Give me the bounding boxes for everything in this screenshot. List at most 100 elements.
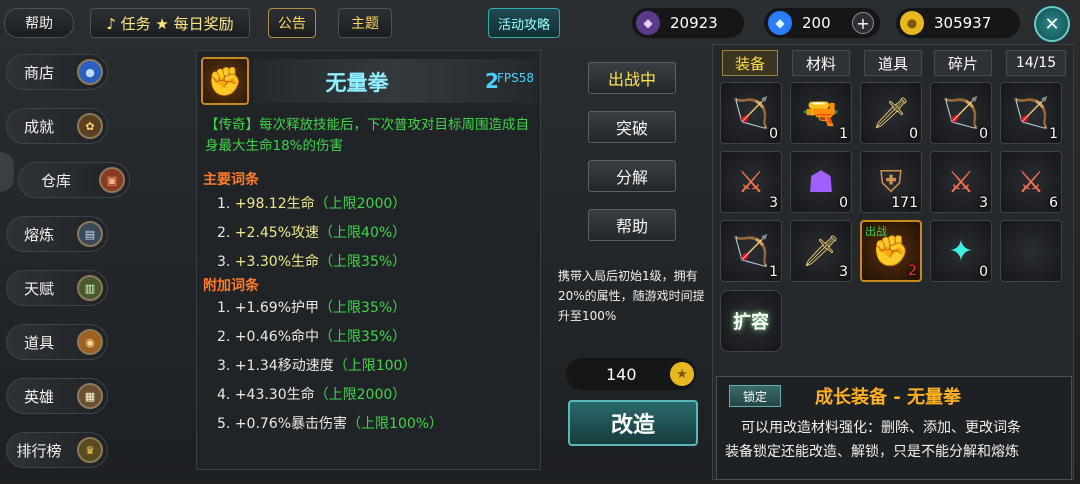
item-count: 3: [979, 195, 988, 211]
stat-value: +98.12生命: [234, 196, 315, 212]
sidebar-item-label: 商店: [23, 63, 54, 82]
inventory-slot[interactable]: 🔫 1: [790, 82, 852, 144]
inventory-slot[interactable]: ✦ 0: [930, 220, 992, 282]
item-info-desc-1: 可以用改造材料强化：删除、添加、更改词条: [741, 420, 1021, 436]
item-count: 3: [769, 195, 778, 211]
task-label: ♪ 任务 ★ 每日奖励: [106, 14, 234, 33]
stat-index: 4.: [217, 387, 231, 403]
item-count: 0: [979, 126, 988, 142]
inventory-slot[interactable]: ⚔ 3: [720, 151, 782, 213]
notice-button[interactable]: 公告: [268, 8, 316, 38]
decompose-button[interactable]: 分解: [588, 160, 676, 192]
gauntlet-icon: ✊: [201, 57, 249, 105]
shop-orb-icon: ●: [77, 59, 103, 85]
equipment-detail-panel: ✊ 无量拳 2 FPS58 【传奇】每次释放技能后，下次普攻对目标周围造成自身最…: [196, 50, 541, 470]
item-info-box: 锁定 成长装备 - 无量拳 可以用改造材料强化：删除、添加、更改词条 装备锁定还…: [716, 376, 1072, 480]
inventory-capacity: 14/15: [1006, 50, 1066, 76]
help-action-label: 帮助: [615, 217, 648, 236]
inventory-slot[interactable]: ✊ 出战 2: [860, 220, 922, 282]
inventory-slot[interactable]: 🏹 0: [930, 82, 992, 144]
inventory-slot[interactable]: ⚔ 6: [1000, 151, 1062, 213]
item-count: 171: [891, 195, 918, 211]
notice-label: 公告: [278, 16, 306, 32]
equipment-name: 无量拳: [325, 71, 389, 95]
item-info-title: 成长装备 - 无量拳: [815, 387, 962, 408]
theme-button[interactable]: 主题: [338, 8, 392, 38]
tab-label: 材料: [805, 54, 836, 73]
inventory-slot[interactable]: 🏹 0: [720, 82, 782, 144]
warehouse-chest-icon: ▣: [99, 167, 125, 193]
item-count: 2: [908, 263, 917, 279]
help-button[interactable]: 帮助: [588, 209, 676, 241]
sidebar-collapse-handle[interactable]: [0, 152, 14, 192]
expand-button[interactable]: 扩容: [720, 290, 782, 352]
close-button[interactable]: ✕: [1034, 6, 1070, 42]
tab-fragments[interactable]: 碎片: [934, 50, 992, 76]
item-count: 1: [1049, 126, 1058, 142]
item-count: 0: [769, 126, 778, 142]
deployed-button[interactable]: 出战中: [588, 62, 676, 94]
inventory-slot[interactable]: ⛨ 171: [860, 151, 922, 213]
event-guide-button[interactable]: 活动攻略: [488, 8, 560, 38]
item-count: 1: [839, 126, 848, 142]
stat-value: +3.30%生命: [234, 254, 320, 270]
sidebar-item-label: 熔炼: [23, 225, 54, 244]
extra-stat-row: 2. +0.46%命中（上限35%）: [217, 326, 406, 346]
trophy-icon: ♛: [77, 437, 103, 463]
sidebar: 商店 ● 成就 ✿ 仓库 ▣ 熔炼 ▤ 天赋 ▥ 道具 ◉ 英雄 ▦ 排行榜 ♛: [0, 48, 140, 484]
sidebar-item-shop[interactable]: 商店 ●: [6, 54, 108, 90]
sidebar-item-talent[interactable]: 天赋 ▥: [6, 270, 108, 306]
tab-equipment[interactable]: 装备: [722, 50, 778, 76]
extra-stat-row: 4. +43.30生命（上限2000）: [217, 384, 406, 404]
sidebar-item-items[interactable]: 道具 ◉: [6, 324, 108, 360]
task-daily-reward-button[interactable]: ♪ 任务 ★ 每日奖励: [90, 8, 250, 38]
stat-index: 5.: [217, 416, 231, 432]
breakthrough-button[interactable]: 突破: [588, 111, 676, 143]
empty-slot: [1001, 221, 1061, 281]
stat-index: 1.: [217, 196, 231, 212]
sidebar-item-ranking[interactable]: 排行榜 ♛: [6, 432, 108, 468]
sidebar-item-smelt[interactable]: 熔炼 ▤: [6, 216, 108, 252]
deploy-label: 出战中: [607, 70, 656, 89]
inventory-slot[interactable]: ⚔ 3: [930, 151, 992, 213]
deployed-tag: 出战: [865, 225, 887, 238]
item-info-desc-2: 装备锁定还能改造、解锁，只是不能分解和熔炼: [725, 444, 1019, 460]
stat-value: +1.69%护甲: [234, 300, 320, 316]
sidebar-item-warehouse[interactable]: 仓库 ▣: [18, 162, 130, 198]
empty-inventory-slot[interactable]: [1000, 220, 1062, 282]
stat-value: +0.76%暴击伤害: [234, 416, 348, 432]
inventory-slot[interactable]: ☗ 0: [790, 151, 852, 213]
talent-book-icon: ▥: [77, 275, 103, 301]
add-gem-button[interactable]: +: [852, 12, 874, 34]
reforge-cost-value: 140: [606, 365, 637, 384]
tab-label: 装备: [734, 54, 765, 73]
hero-scroll-icon: ▦: [77, 383, 103, 409]
reforge-button[interactable]: 改造: [568, 400, 698, 446]
items-potion-icon: ◉: [77, 329, 103, 355]
inventory-slot[interactable]: 🏹 1: [720, 220, 782, 282]
tab-materials[interactable]: 材料: [792, 50, 850, 76]
help-label: 帮助: [25, 16, 53, 32]
blue-gem-icon: ◆: [768, 11, 792, 35]
lock-button[interactable]: 锁定: [729, 385, 781, 407]
breakthrough-label: 突破: [615, 119, 648, 138]
inventory-slot[interactable]: 🏹 1: [1000, 82, 1062, 144]
help-top-button[interactable]: 帮助: [4, 8, 74, 38]
stat-limit: （上限2000）: [314, 387, 407, 403]
purple-currency-value: 20923: [670, 14, 718, 32]
sidebar-item-achievement[interactable]: 成就 ✿: [6, 108, 108, 144]
item-count: 0: [909, 126, 918, 142]
achievement-icon: ✿: [77, 113, 103, 139]
sidebar-item-hero[interactable]: 英雄 ▦: [6, 378, 108, 414]
theme-label: 主题: [351, 16, 379, 32]
carry-note-text: 携带入局后初始1级，拥有20%的属性，随游戏时间提升至100%: [558, 269, 705, 323]
inventory-slot[interactable]: 🗡 3: [790, 220, 852, 282]
stat-limit: （上限2000）: [314, 196, 407, 212]
sidebar-item-label: 排行榜: [16, 441, 62, 460]
decompose-label: 分解: [615, 168, 648, 187]
stat-limit: （上限40%）: [319, 225, 407, 241]
inventory-slot[interactable]: 🗡 0: [860, 82, 922, 144]
main-stat-row: 1. +98.12生命（上限2000）: [217, 193, 406, 213]
tab-items[interactable]: 道具: [864, 50, 922, 76]
sidebar-item-label: 英雄: [23, 387, 54, 406]
